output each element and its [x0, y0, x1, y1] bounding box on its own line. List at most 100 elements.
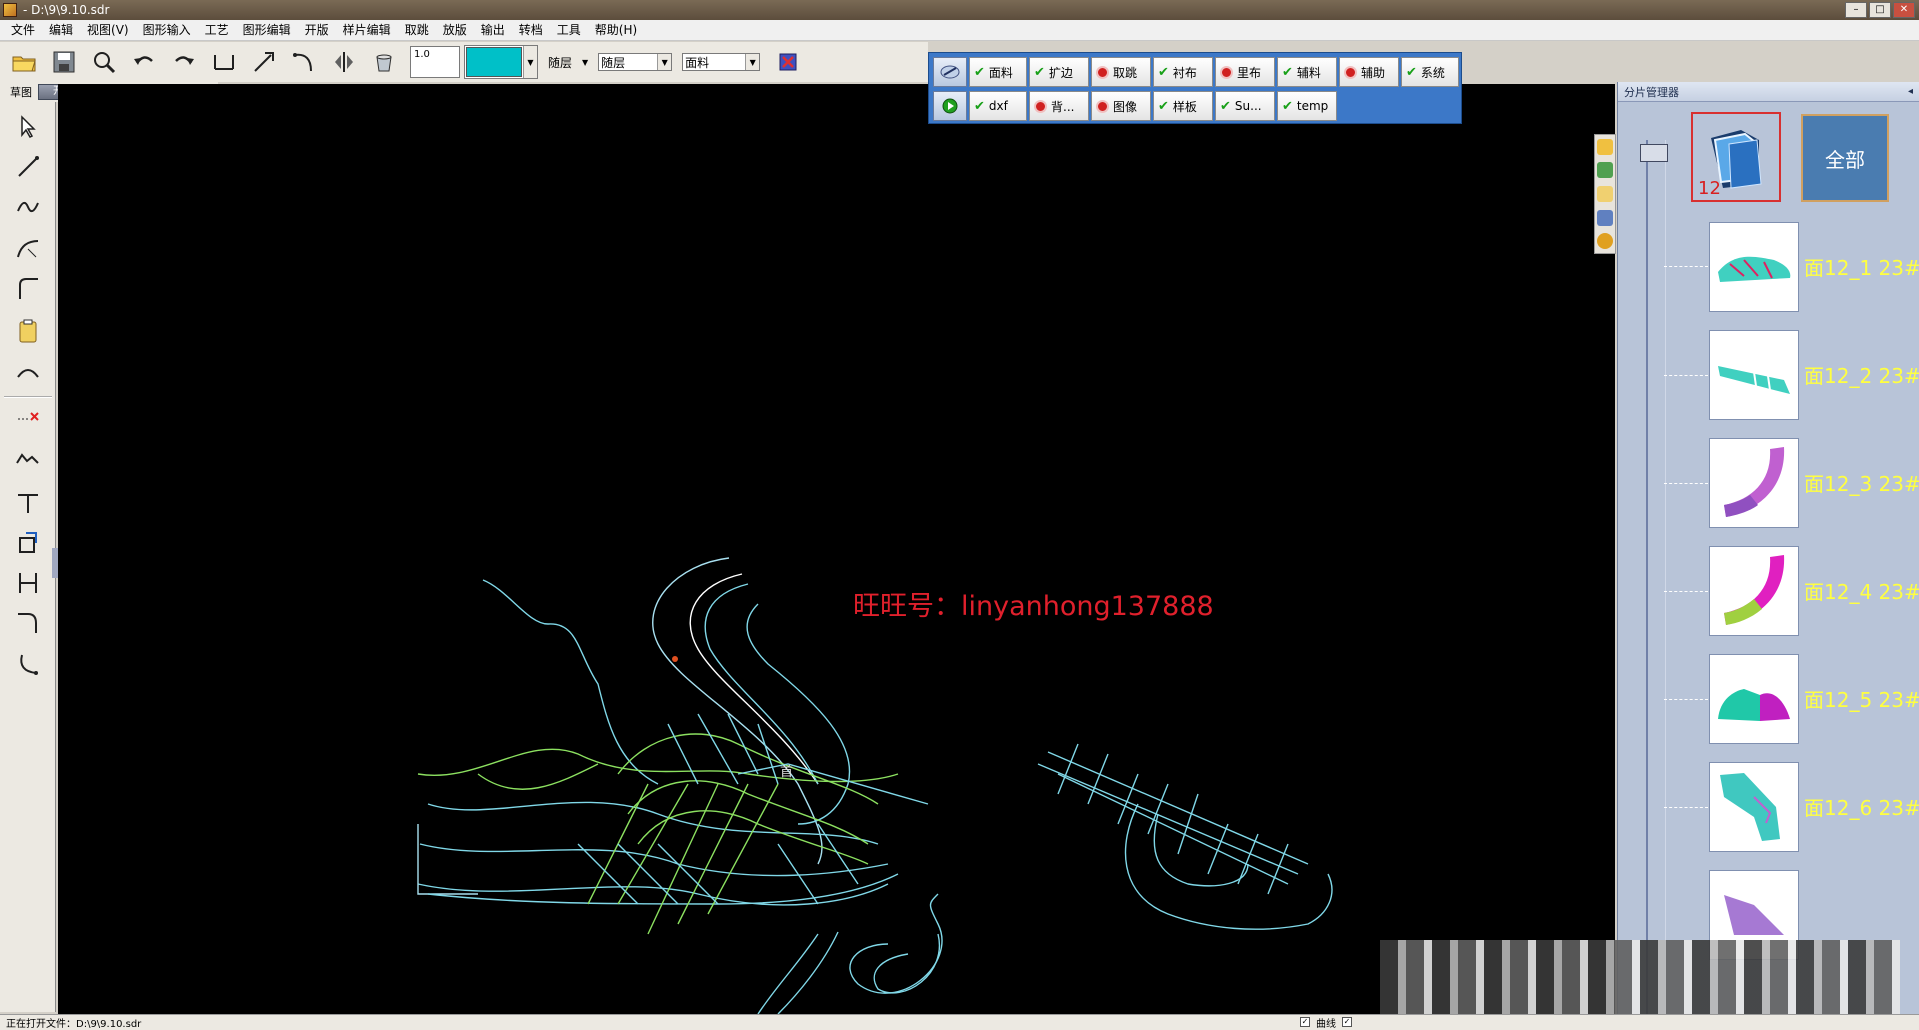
menu-grade[interactable]: 放版: [436, 20, 474, 40]
menu-edit[interactable]: 编辑: [42, 20, 80, 40]
undo-icon[interactable]: [126, 45, 162, 79]
off-dot-icon: [1344, 65, 1357, 79]
layer-label: 随层: [548, 55, 573, 70]
layer-label: dxf: [988, 99, 1008, 113]
check-icon: ✔: [1158, 64, 1169, 80]
corner-curve-icon[interactable]: [10, 272, 46, 306]
piece-thumbnail-3[interactable]: [1709, 438, 1799, 528]
layer-toggle-expand[interactable]: ✔ 扩边: [1029, 57, 1089, 87]
piece-thumbnail-6[interactable]: [1709, 762, 1799, 852]
layer-toggle-accessory[interactable]: ✔ 辅料: [1277, 57, 1337, 87]
layer-toggle-auxiliary[interactable]: 辅助: [1339, 57, 1399, 87]
open-folder-icon[interactable]: [6, 45, 42, 79]
line-tool-icon[interactable]: [10, 150, 46, 184]
layer-toggle-temp[interactable]: ✔ temp: [1277, 91, 1337, 121]
pin-icon[interactable]: ◂: [1908, 86, 1913, 97]
delete-point-icon[interactable]: [10, 402, 46, 436]
piece-manager-panel: 分片管理器 ◂ 12 全部 面12_1 23# 面12_2 23# 面12_3 …: [1617, 82, 1919, 1014]
layer-toggle-lining[interactable]: 里布: [1215, 57, 1275, 87]
mirror-icon[interactable]: [326, 45, 362, 79]
layer-select-value: 随层: [601, 55, 626, 70]
piece-scroll-knob[interactable]: [1640, 144, 1668, 162]
chevron-down-icon[interactable]: ▼: [523, 46, 537, 78]
menu-piece-edit[interactable]: 样片编辑: [336, 20, 398, 40]
wave-tool-icon[interactable]: [10, 442, 46, 476]
menu-shape-input[interactable]: 图形输入: [136, 20, 198, 40]
close-button[interactable]: ✕: [1893, 2, 1915, 18]
menu-open-pattern[interactable]: 开版: [298, 20, 336, 40]
curve-tool-icon[interactable]: [286, 45, 322, 79]
piece-thumbnail-5[interactable]: [1709, 654, 1799, 744]
tree-icon[interactable]: [1597, 162, 1613, 179]
layer-toggle-background[interactable]: 背...: [1029, 91, 1089, 121]
watermark-text: 旺旺号：linyanhong137888: [853, 591, 1214, 622]
layer-label: 背...: [1051, 99, 1075, 114]
fillet-icon[interactable]: [10, 606, 46, 640]
bezier-tool-icon[interactable]: [10, 232, 46, 266]
menu-craft[interactable]: 工艺: [198, 20, 236, 40]
zoom-icon[interactable]: [86, 45, 122, 79]
piece-thumbnail-1[interactable]: [1709, 222, 1799, 312]
tree-connector: [1664, 266, 1708, 267]
spline-tool-icon[interactable]: [10, 190, 46, 224]
folder-icon[interactable]: [1597, 185, 1613, 202]
menu-shape-edit[interactable]: 图形编辑: [236, 20, 298, 40]
all-pieces-button[interactable]: 全部: [1801, 114, 1889, 202]
dimension-icon[interactable]: [10, 566, 46, 600]
box-tool-icon[interactable]: [10, 526, 46, 560]
curve-checkbox[interactable]: ✓: [1300, 1017, 1310, 1027]
layer-toggle-su[interactable]: ✔ Su...: [1215, 91, 1275, 121]
drawing-canvas[interactable]: 首 旺旺号：linyanhong137888: [58, 84, 1615, 1014]
hook-curve-icon[interactable]: [10, 648, 46, 682]
menu-pick[interactable]: 取跳: [398, 20, 436, 40]
menu-view[interactable]: 视图(V): [80, 20, 136, 40]
layer-toggle-template[interactable]: ✔ 样板: [1153, 91, 1213, 121]
play-icon[interactable]: [933, 91, 967, 121]
line-width-input[interactable]: 1.0: [410, 46, 460, 78]
layer-toggle-fabric[interactable]: ✔ 面料: [969, 57, 1027, 87]
curve-label: 曲线: [1316, 1018, 1336, 1030]
bucket-icon[interactable]: [366, 45, 402, 79]
minimize-button[interactable]: –: [1845, 2, 1867, 18]
arc-tool-icon[interactable]: [10, 356, 46, 390]
measure-icon[interactable]: [206, 45, 242, 79]
menu-convert[interactable]: 转档: [512, 20, 550, 40]
piece-scroll-track[interactable]: [1646, 140, 1666, 1014]
menu-help[interactable]: 帮助(H): [588, 20, 644, 40]
clipboard-icon[interactable]: [10, 314, 46, 348]
layer-settings-icon[interactable]: [933, 57, 967, 87]
piece-thumbnail-2[interactable]: [1709, 330, 1799, 420]
select-arrow-icon[interactable]: [10, 110, 46, 144]
material-select[interactable]: 面料 ▼: [682, 53, 761, 71]
angle-icon[interactable]: [246, 45, 282, 79]
list-icon[interactable]: [1597, 209, 1613, 226]
maximize-button[interactable]: □: [1869, 2, 1891, 18]
status-toggles: ✓ 曲线 ✓: [1300, 1014, 1352, 1030]
piece-manager-title: 分片管理器: [1624, 85, 1679, 99]
layer-toggle-system[interactable]: ✔ 系统: [1401, 57, 1459, 87]
layer-toggle-interlining[interactable]: ✔ 衬布: [1153, 57, 1213, 87]
home-icon[interactable]: [1597, 138, 1613, 155]
redo-icon[interactable]: [166, 45, 202, 79]
piece-thumbnail-4[interactable]: [1709, 546, 1799, 636]
menu-file[interactable]: 文件: [4, 20, 42, 40]
option-checkbox[interactable]: ✓: [1342, 1017, 1352, 1027]
clear-icon[interactable]: [770, 45, 806, 79]
color-picker[interactable]: ▼: [464, 45, 538, 79]
check-icon: ✔: [1282, 98, 1293, 114]
layer-toggle-dxf[interactable]: ✔ dxf: [969, 91, 1027, 121]
menu-tools[interactable]: 工具: [550, 20, 588, 40]
layer-label: 里布: [1237, 65, 1262, 80]
menu-output[interactable]: 输出: [474, 20, 512, 40]
layer-label: temp: [1296, 99, 1329, 113]
app-window: - D:\9\9.10.sdr – □ ✕ 文件 编辑 视图(V) 图形输入 工…: [0, 0, 1919, 1030]
tab-sketch[interactable]: 草图: [0, 84, 38, 100]
coin-icon[interactable]: [1597, 233, 1613, 250]
layer-select[interactable]: 随层 ▼: [598, 53, 673, 71]
save-icon[interactable]: [46, 45, 82, 79]
layer-toggle-image[interactable]: 图像: [1091, 91, 1151, 121]
layer-dropdown[interactable]: 随层 ▼: [542, 46, 594, 78]
t-square-icon[interactable]: [10, 486, 46, 520]
layer-toggle-pick[interactable]: 取跳: [1091, 57, 1151, 87]
layer-label: 面料: [988, 65, 1013, 80]
